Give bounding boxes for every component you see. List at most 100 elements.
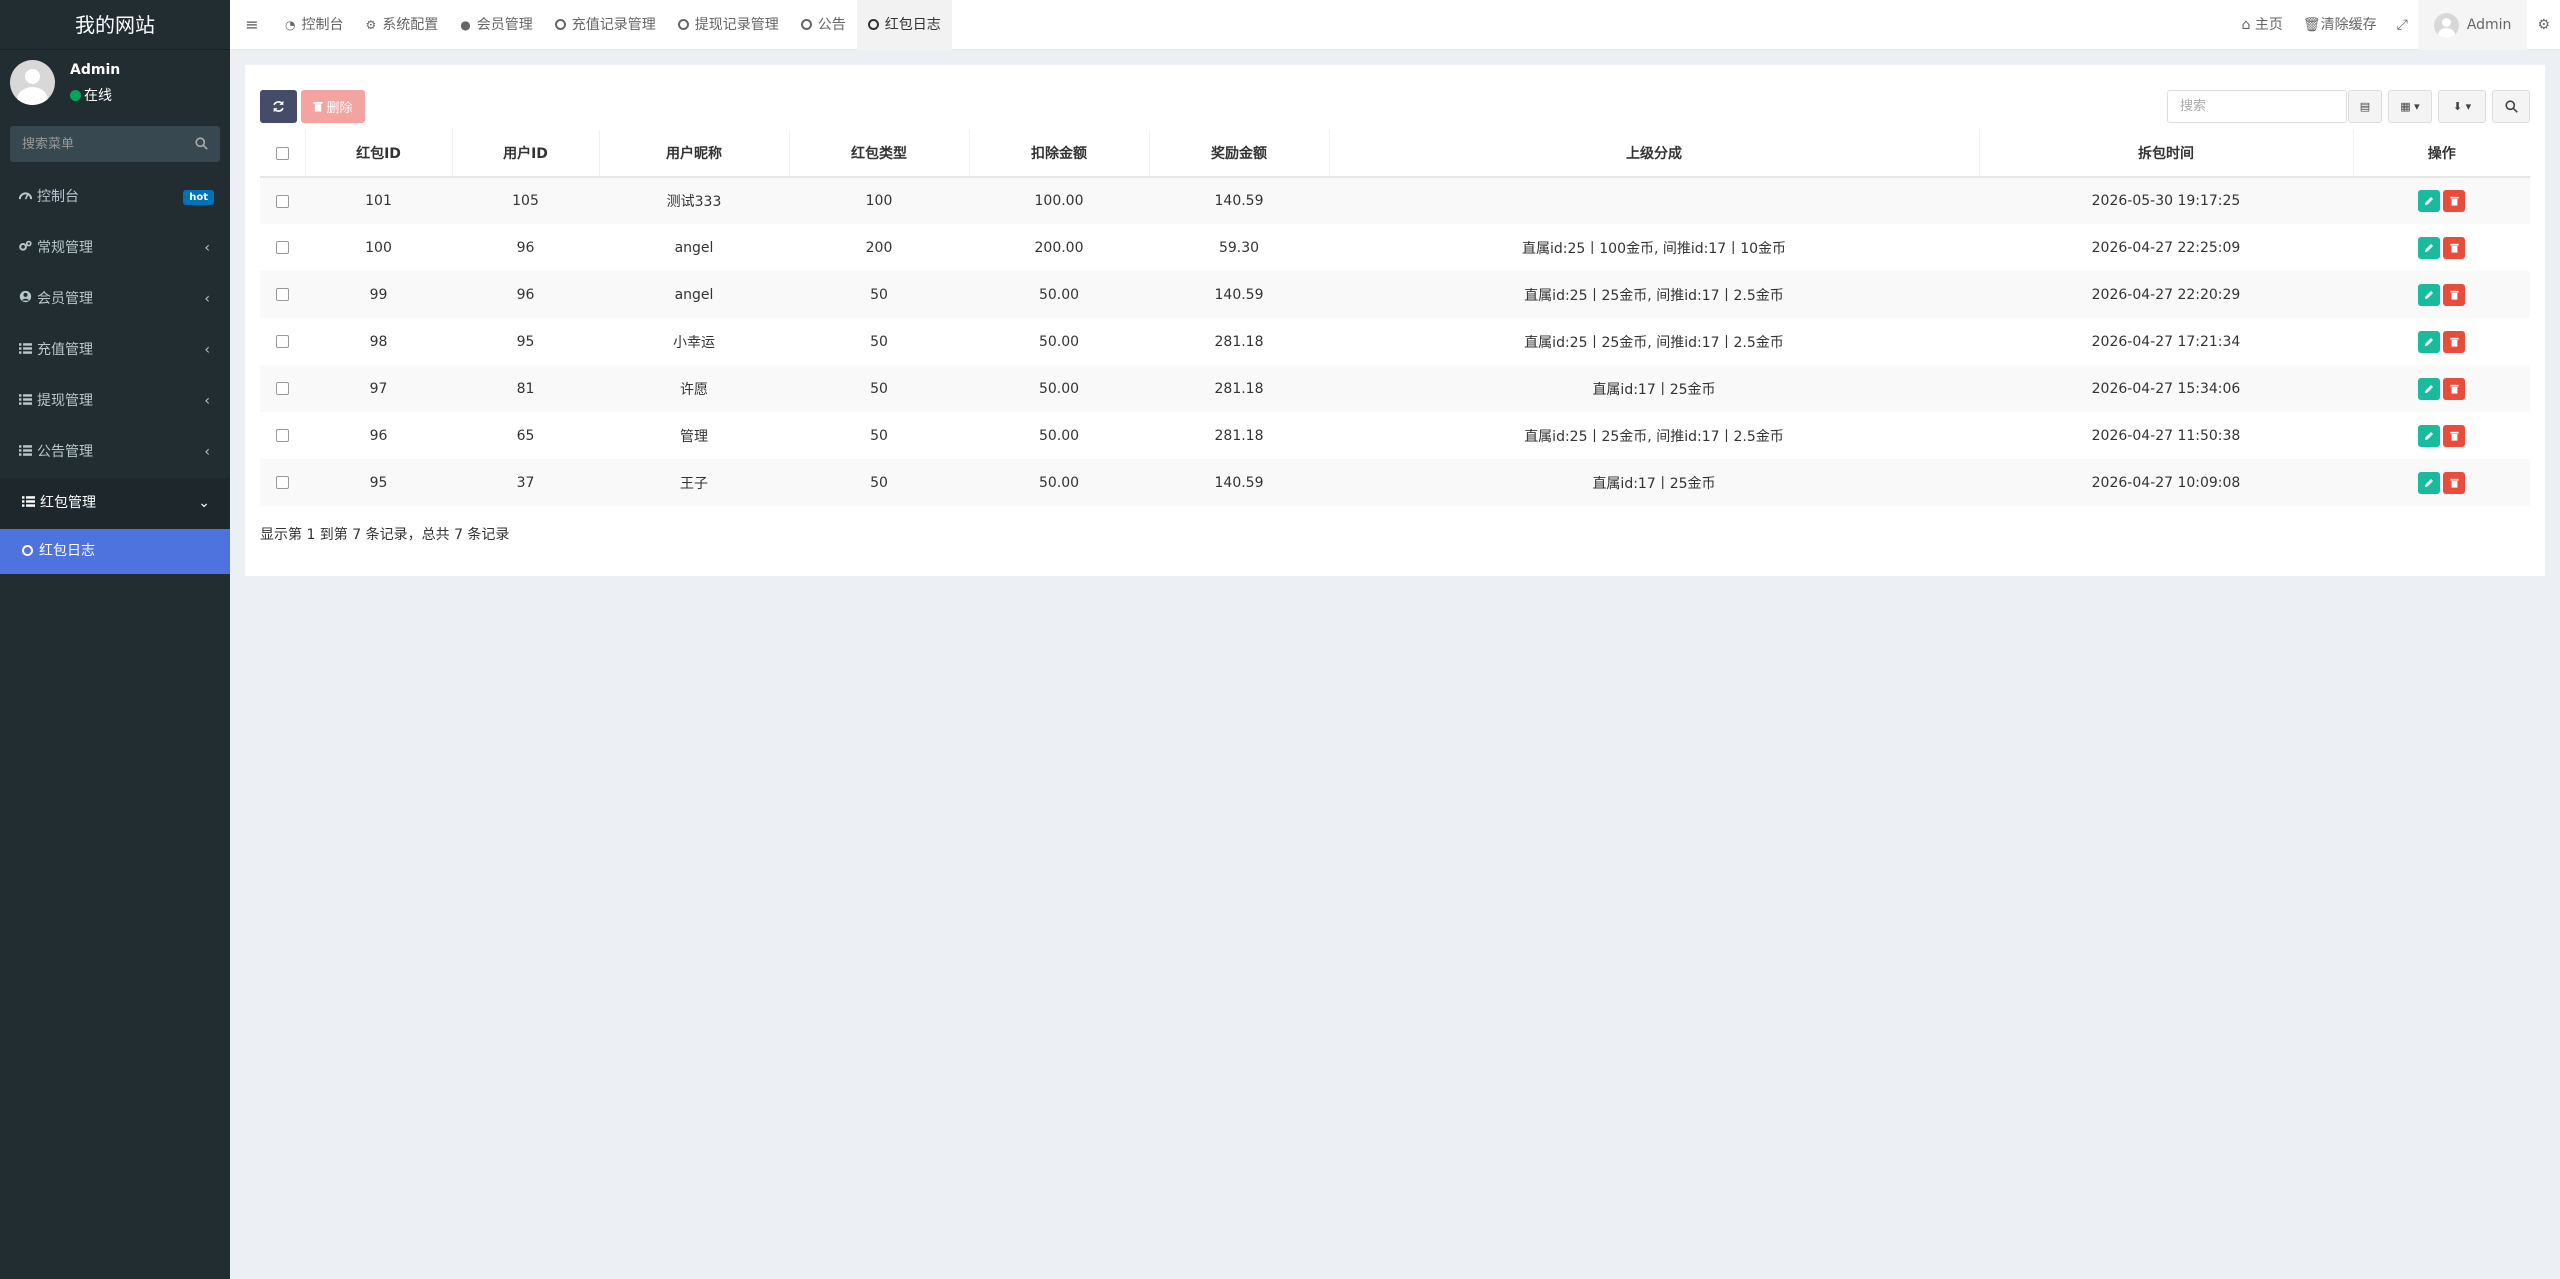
tab-recharge-records[interactable]: 充值记录管理 bbox=[544, 0, 667, 50]
settings-cogs-icon[interactable]: ⚙ bbox=[2527, 0, 2560, 50]
delete-row-button[interactable] bbox=[2443, 471, 2465, 494]
tab-redpacket-log[interactable]: 红包日志 bbox=[856, 0, 952, 50]
column-header[interactable]: 用户昵称 bbox=[599, 130, 790, 178]
delete-row-button[interactable] bbox=[2443, 236, 2465, 259]
column-header[interactable]: 红包ID bbox=[305, 130, 453, 178]
edit-button[interactable] bbox=[2418, 190, 2440, 212]
row-actions bbox=[2353, 459, 2530, 506]
sidebar-subitem-redpacket-log[interactable]: 红包日志 bbox=[0, 529, 230, 574]
column-header[interactable]: 用户ID bbox=[452, 130, 600, 178]
column-header[interactable]: 扣除金额 bbox=[969, 130, 1150, 178]
search-icon[interactable] bbox=[195, 137, 208, 150]
delete-row-button[interactable] bbox=[2443, 424, 2465, 447]
row-checkbox[interactable] bbox=[276, 288, 289, 301]
tab-notices[interactable]: 公告 bbox=[790, 0, 857, 50]
fullscreen-icon[interactable]: ⤢ bbox=[2387, 0, 2418, 50]
delete-row-button[interactable] bbox=[2443, 330, 2465, 353]
sidebar-toggle-icon[interactable]: ≡ bbox=[230, 0, 274, 50]
table-cell: 97 bbox=[305, 365, 452, 412]
clear-cache-label: 清除缓存 bbox=[2320, 17, 2377, 33]
sidebar-item-label: 红包管理 bbox=[40, 495, 96, 511]
tab-system-config[interactable]: ⚙ 系统配置 bbox=[354, 0, 449, 50]
columns-button[interactable]: ▦ ▾ bbox=[2388, 90, 2432, 123]
edit-button[interactable] bbox=[2418, 424, 2440, 447]
row-checkbox[interactable] bbox=[276, 241, 289, 254]
table-cell: 140.59 bbox=[1149, 459, 1329, 506]
table-cell: 96 bbox=[369, 427, 388, 444]
row-checkbox[interactable] bbox=[276, 429, 289, 442]
navbar-right: ⌂ 主页 🗑清除缓存 ⤢ Admin ⚙ bbox=[2231, 0, 2560, 50]
row-select-cell bbox=[260, 459, 305, 506]
export-button[interactable]: ⬇ ▾ bbox=[2438, 90, 2486, 123]
toggle-view-button[interactable]: ▤ bbox=[2348, 90, 2382, 123]
table-row: 101 105 测试333 100 100.00 140.59 2026-05-30 19:… bbox=[260, 177, 2530, 224]
trash-icon: 🗑 bbox=[2302, 17, 2321, 33]
column-header[interactable]: 拆包时间 bbox=[1979, 130, 2354, 178]
edit-button[interactable] bbox=[2418, 471, 2440, 494]
row-actions bbox=[2353, 224, 2530, 271]
delete-row-button[interactable] bbox=[2443, 190, 2465, 212]
table-cell: 50.00 bbox=[969, 365, 1149, 412]
table-search-input[interactable] bbox=[2167, 90, 2347, 123]
edit-button[interactable] bbox=[2418, 283, 2440, 306]
table-cell: 2026-04-27 15:34:06 bbox=[1979, 365, 2353, 412]
row-select-cell bbox=[260, 318, 305, 365]
export-icon: ⬇ ▾ bbox=[2452, 100, 2472, 113]
sidebar-item-withdraw[interactable]: 提现管理 ‹ bbox=[0, 376, 230, 427]
clear-cache-button[interactable]: 🗑清除缓存 bbox=[2293, 0, 2387, 50]
trash-icon bbox=[2449, 431, 2459, 441]
list-icon bbox=[18, 376, 32, 427]
table-cell: 许愿 bbox=[599, 365, 789, 412]
user-menu[interactable]: Admin bbox=[2417, 0, 2528, 50]
site-logo[interactable]: 我的网站 bbox=[0, 0, 230, 50]
select-all-checkbox[interactable] bbox=[275, 146, 289, 160]
row-checkbox[interactable] bbox=[276, 382, 289, 395]
home-link[interactable]: ⌂ 主页 bbox=[2231, 0, 2292, 50]
table-row: 95 37 王子 50 50.00 140.59 直属id:17丨25金币 2026-04-2… bbox=[260, 459, 2530, 506]
delete-row-button[interactable] bbox=[2443, 377, 2465, 400]
table-cell bbox=[1329, 177, 1979, 224]
table-cell: 2026-04-27 17:21:34 bbox=[2091, 333, 2241, 350]
sidebar: 我的网站 Admin 在线 控制台 hot 常规管理 ‹ 会员管理 ‹ 充值管理… bbox=[0, 0, 230, 1279]
table-tools: ▤ ▦ ▾ ⬇ ▾ bbox=[2348, 90, 2530, 123]
user-circle-icon bbox=[18, 274, 32, 325]
delete-row-button[interactable] bbox=[2443, 283, 2465, 306]
sidebar-item-dashboard[interactable]: 控制台 hot bbox=[0, 172, 230, 223]
table-cell: 50 bbox=[870, 333, 888, 350]
row-actions bbox=[2353, 271, 2530, 318]
top-navbar: ≡ ◔ 控制台 ⚙ 系统配置 ● 会员管理 充值记录管理 提现记录管理 公告 红包日志… bbox=[230, 0, 2560, 50]
sidebar-item-redpacket[interactable]: 红包管理 ⌄ bbox=[0, 478, 230, 529]
column-header[interactable]: 上级分成 bbox=[1329, 130, 1980, 178]
table-cell: angel bbox=[674, 239, 714, 256]
table-cell: 96 bbox=[452, 271, 599, 318]
row-select-cell bbox=[260, 224, 305, 271]
table-cell: 100 bbox=[789, 177, 969, 224]
tab-label: 控制台 bbox=[301, 17, 344, 33]
sidebar-item-notices[interactable]: 公告管理 ‹ bbox=[0, 427, 230, 478]
row-actions bbox=[2353, 412, 2530, 459]
column-header[interactable]: 红包类型 bbox=[789, 130, 970, 178]
sidebar-item-label: 充值管理 bbox=[37, 342, 93, 358]
table-cell: 101 bbox=[305, 177, 452, 224]
tab-withdraw-records[interactable]: 提现记录管理 bbox=[667, 0, 790, 50]
cogs-icon bbox=[18, 223, 32, 274]
pencil-icon bbox=[2425, 243, 2433, 252]
column-header[interactable]: 奖励金额 bbox=[1149, 130, 1330, 178]
row-checkbox[interactable] bbox=[276, 335, 289, 348]
sidebar-item-members[interactable]: 会员管理 ‹ bbox=[0, 274, 230, 325]
sidebar-item-recharge[interactable]: 充值管理 ‹ bbox=[0, 325, 230, 376]
chevron-left-icon: ‹ bbox=[204, 444, 210, 460]
sidebar-search-input[interactable] bbox=[10, 126, 220, 162]
tab-dashboard[interactable]: ◔ 控制台 bbox=[274, 0, 354, 50]
tab-members[interactable]: ● 会员管理 bbox=[449, 0, 543, 50]
row-checkbox[interactable] bbox=[276, 476, 289, 489]
edit-button[interactable] bbox=[2418, 236, 2440, 259]
delete-button[interactable]: 删除 bbox=[301, 90, 365, 123]
row-checkbox[interactable] bbox=[276, 194, 289, 208]
table-cell: 50 bbox=[789, 271, 969, 318]
advanced-search-button[interactable] bbox=[2492, 90, 2530, 123]
refresh-button[interactable] bbox=[260, 90, 297, 123]
sidebar-item-general[interactable]: 常规管理 ‹ bbox=[0, 223, 230, 274]
edit-button[interactable] bbox=[2418, 377, 2440, 400]
edit-button[interactable] bbox=[2418, 330, 2440, 353]
